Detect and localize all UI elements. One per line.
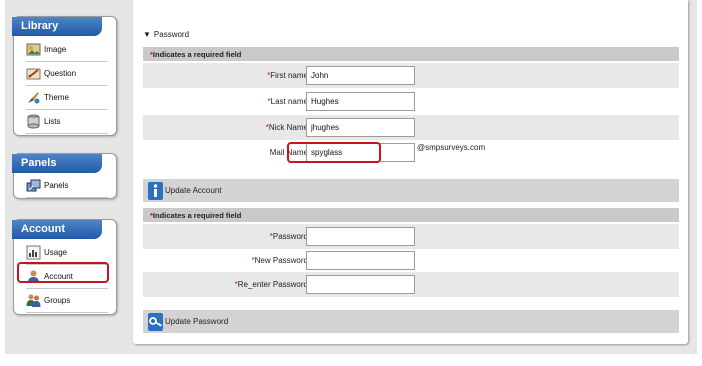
new-password-label: *New Password	[251, 256, 308, 265]
nick-name-row: *Nick Name	[143, 115, 679, 140]
sidebar-item-question[interactable]: Question	[26, 62, 108, 86]
last-name-row: *Last name	[143, 89, 679, 114]
lists-icon	[27, 114, 40, 129]
sidebar-item-panels[interactable]: Panels	[26, 174, 108, 198]
usage-icon	[26, 245, 41, 260]
account-highlight	[17, 262, 109, 283]
sidebar-item-lists[interactable]: Lists	[26, 110, 108, 134]
required-note-bar-2: *Indicates a required field	[143, 208, 679, 222]
required-note-text: Indicates a required field	[152, 211, 242, 220]
sidebar-item-label: Usage	[44, 248, 68, 257]
update-account-button[interactable]: Update Account	[143, 179, 679, 202]
triangle-down-icon: ▼	[143, 30, 151, 39]
section-toggle-label: Password	[153, 30, 190, 39]
update-password-label: Update Password	[165, 317, 229, 326]
last-name-label: *Last name	[267, 97, 308, 106]
mail-name-highlight	[287, 142, 381, 163]
sidebar-item-label: Panels	[44, 181, 69, 190]
app-background: Library Image Question Theme Lists Panel…	[5, 0, 697, 354]
image-icon	[26, 43, 41, 56]
first-name-row: *First name	[143, 63, 679, 88]
password-section-toggle[interactable]: ▼ Password	[143, 30, 189, 39]
sidebar-item-label: Lists	[44, 117, 61, 126]
password-label: *Password	[269, 232, 308, 241]
password-field[interactable]	[306, 227, 415, 246]
sidebar-item-label: Theme	[44, 93, 69, 102]
account-panel-title: Account	[12, 220, 102, 239]
account-form-container: ▼ Password *Indicates a required field *F…	[133, 0, 688, 344]
new-password-row: *New Password	[143, 248, 679, 273]
mail-domain-suffix: @smpsurveys.com	[417, 143, 486, 152]
last-name-field[interactable]	[306, 92, 415, 111]
groups-icon	[26, 294, 41, 307]
update-account-label: Update Account	[165, 186, 222, 195]
sidebar-item-label: Groups	[44, 296, 71, 305]
theme-icon	[28, 92, 40, 104]
nick-name-label: *Nick Name	[265, 123, 308, 132]
reenter-password-row: *Re_enter Password	[143, 272, 679, 297]
first-name-label: *First name	[267, 71, 308, 80]
panels-panel-title: Panels	[12, 154, 102, 173]
panels-icon	[26, 179, 41, 192]
mail-name-row: Mail Name @smpsurveys.com	[143, 140, 679, 165]
nick-name-field[interactable]	[306, 118, 415, 137]
question-icon	[26, 68, 41, 80]
first-name-field[interactable]	[306, 66, 415, 85]
sidebar-item-groups[interactable]: Groups	[26, 289, 108, 313]
reenter-password-label: *Re_enter Password	[234, 280, 308, 289]
password-row: *Password	[143, 224, 679, 249]
sidebar-item-label: Question	[44, 69, 77, 78]
new-password-field[interactable]	[306, 251, 415, 270]
library-panel: Library Image Question Theme Lists	[12, 16, 117, 136]
required-note-text: Indicates a required field	[152, 50, 242, 59]
reenter-password-field[interactable]	[306, 275, 415, 294]
required-note-bar: *Indicates a required field	[143, 47, 679, 61]
sidebar-item-label: Image	[44, 45, 67, 54]
sidebar-item-theme[interactable]: Theme	[26, 86, 108, 110]
sidebar-item-image[interactable]: Image	[26, 38, 108, 62]
update-password-button[interactable]: Update Password	[143, 310, 679, 333]
key-icon	[148, 312, 163, 331]
library-panel-title: Library	[12, 17, 102, 36]
info-icon	[148, 181, 163, 200]
panels-panel: Panels Panels	[12, 153, 117, 199]
